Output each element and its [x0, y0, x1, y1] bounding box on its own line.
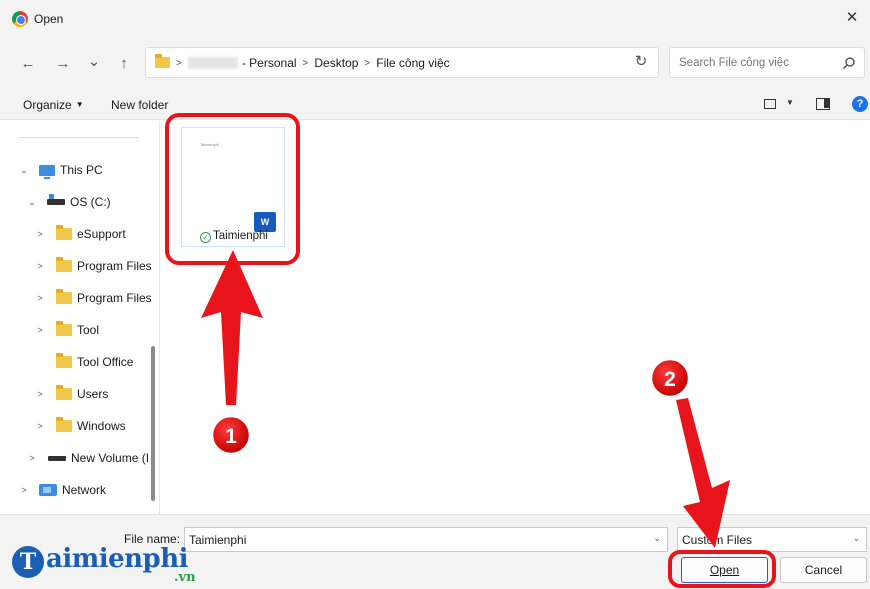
thumbnail-text: Taimienphi	[200, 142, 220, 147]
file-type-value: Custom Files	[682, 533, 753, 547]
navigation-bar: ← → ⌄ ↑ > - Personal > Desktop > File cô…	[0, 38, 870, 88]
navigation-pane: ⌄ This PC ⌄ OS (C:) > eSupport > Program…	[0, 121, 160, 514]
chevron-right-icon[interactable]: >	[34, 261, 46, 271]
preview-pane-icon[interactable]	[816, 98, 830, 110]
chevron-right-icon[interactable]: >	[34, 421, 46, 431]
cancel-button[interactable]: Cancel	[780, 557, 867, 583]
help-icon[interactable]: ?	[852, 96, 868, 112]
sidebar-item-network[interactable]: > Network	[18, 480, 159, 500]
view-mode-icon[interactable]	[764, 99, 776, 109]
chevron-down-icon[interactable]: ⌄	[852, 533, 860, 544]
network-icon	[39, 484, 57, 496]
organize-menu[interactable]: Organize ▼	[23, 98, 84, 112]
new-folder-button[interactable]: New folder	[111, 98, 168, 112]
forward-arrow-icon[interactable]: →	[53, 54, 73, 74]
sidebar-item-esupport[interactable]: > eSupport	[34, 224, 159, 244]
sidebar-item-program-files-x86[interactable]: > Program Files	[34, 288, 159, 308]
sidebar-item-label: Users	[77, 387, 109, 401]
file-name-value: Taimienphi	[189, 533, 247, 547]
chrome-icon	[12, 11, 28, 27]
window-title: Open	[34, 12, 64, 26]
caret-down-icon: ▼	[75, 100, 84, 109]
chevron-down-icon[interactable]: ⌄	[653, 533, 661, 544]
chevron-down-icon[interactable]: ⌄	[26, 197, 38, 208]
sidebar-item-os-c[interactable]: ⌄ OS (C:)	[26, 192, 159, 212]
breadcrumb: > - Personal > Desktop > File công việc	[176, 56, 450, 70]
sidebar-item-label: Network	[62, 483, 107, 497]
organize-label: Organize	[23, 98, 72, 112]
hdd-icon	[48, 455, 66, 461]
sidebar-item-label: OS (C:)	[70, 195, 111, 209]
search-placeholder: Search File công việc	[679, 57, 789, 69]
sidebar-item-label: Program Files	[77, 259, 152, 273]
file-thumbnail: Taimienphi W	[192, 134, 278, 232]
search-icon	[843, 57, 855, 69]
chevron-right-icon[interactable]: >	[34, 389, 46, 399]
file-list-pane: Taimienphi W ✓ Taimienphi	[161, 121, 870, 514]
sidebar-item-this-pc[interactable]: ⌄ This PC	[18, 160, 159, 180]
sidebar-item-windows[interactable]: > Windows	[34, 416, 159, 436]
folder-icon	[56, 321, 72, 336]
sidebar-item-label: Tool	[77, 323, 100, 337]
logo-suffix: .vn	[174, 570, 196, 585]
word-icon: W	[254, 208, 278, 232]
sidebar-item-label: eSupport	[77, 227, 126, 241]
recent-locations-chevron-icon[interactable]: ⌄	[84, 52, 104, 72]
sidebar-item-new-volume[interactable]: > New Volume (I	[26, 448, 159, 468]
file-type-select[interactable]: Custom Files ⌄	[677, 527, 867, 552]
divider	[18, 137, 138, 138]
refresh-icon[interactable]: ↻	[632, 53, 650, 71]
folder-icon	[56, 225, 72, 240]
breadcrumb-current-folder[interactable]: File công việc	[376, 56, 449, 70]
up-arrow-icon[interactable]: ↑	[114, 54, 134, 74]
breadcrumb-separator: >	[302, 57, 309, 69]
breadcrumb-separator: >	[176, 57, 182, 69]
sidebar-item-tool-office[interactable]: Tool Office	[34, 352, 159, 372]
folder-icon	[56, 289, 72, 304]
close-icon[interactable]: ✕	[842, 8, 862, 28]
sidebar-item-label: This PC	[60, 163, 103, 177]
chevron-right-icon[interactable]: >	[34, 229, 46, 239]
file-tile[interactable]: Taimienphi W ✓ Taimienphi	[181, 127, 285, 247]
chevron-down-icon[interactable]: ⌄	[18, 165, 30, 176]
logo-initial: T	[12, 546, 44, 578]
logo-text: aimienphi	[46, 544, 189, 574]
chevron-right-icon[interactable]: >	[34, 293, 46, 303]
sidebar-item-label: Windows	[77, 419, 126, 433]
breadcrumb-desktop[interactable]: Desktop	[314, 56, 358, 70]
scrollbar[interactable]	[151, 346, 155, 501]
folder-icon	[56, 353, 72, 368]
sidebar-item-label: New Volume (I	[71, 451, 150, 465]
folder-icon	[56, 385, 72, 400]
address-bar[interactable]: > - Personal > Desktop > File công việc …	[145, 47, 757, 78]
breadcrumb-personal[interactable]: - Personal	[242, 56, 297, 70]
sidebar-item-tool[interactable]: > Tool	[34, 320, 159, 340]
file-name-field[interactable]: Taimienphi ⌄	[184, 527, 668, 552]
sidebar-item-label: Tool Office	[77, 355, 134, 369]
sync-ok-icon: ✓	[200, 232, 211, 243]
folder-icon	[56, 417, 72, 432]
folder-icon	[155, 54, 170, 68]
drive-icon	[47, 194, 65, 205]
back-arrow-icon[interactable]: ←	[18, 54, 38, 74]
file-name-text: Taimienphi	[213, 230, 268, 242]
title-bar: Open ✕	[0, 0, 870, 38]
open-button[interactable]: Open	[681, 557, 768, 583]
chevron-right-icon[interactable]: >	[26, 453, 38, 463]
caret-down-icon[interactable]: ▼	[786, 98, 794, 107]
file-name-label: ✓ Taimienphi	[182, 230, 286, 243]
search-input[interactable]: Search File công việc	[669, 47, 865, 78]
open-button-label: Open	[709, 563, 740, 577]
folder-icon	[56, 257, 72, 272]
command-bar: Organize ▼ New folder ▼ ?	[0, 88, 870, 120]
chevron-right-icon[interactable]: >	[18, 485, 30, 495]
sidebar-item-label: Program Files	[77, 291, 152, 305]
blurred-username	[187, 57, 238, 69]
breadcrumb-separator: >	[364, 57, 371, 69]
chevron-right-icon[interactable]: >	[34, 325, 46, 335]
pc-icon	[39, 164, 55, 179]
sidebar-item-users[interactable]: > Users	[34, 384, 159, 404]
sidebar-item-program-files[interactable]: > Program Files	[34, 256, 159, 276]
